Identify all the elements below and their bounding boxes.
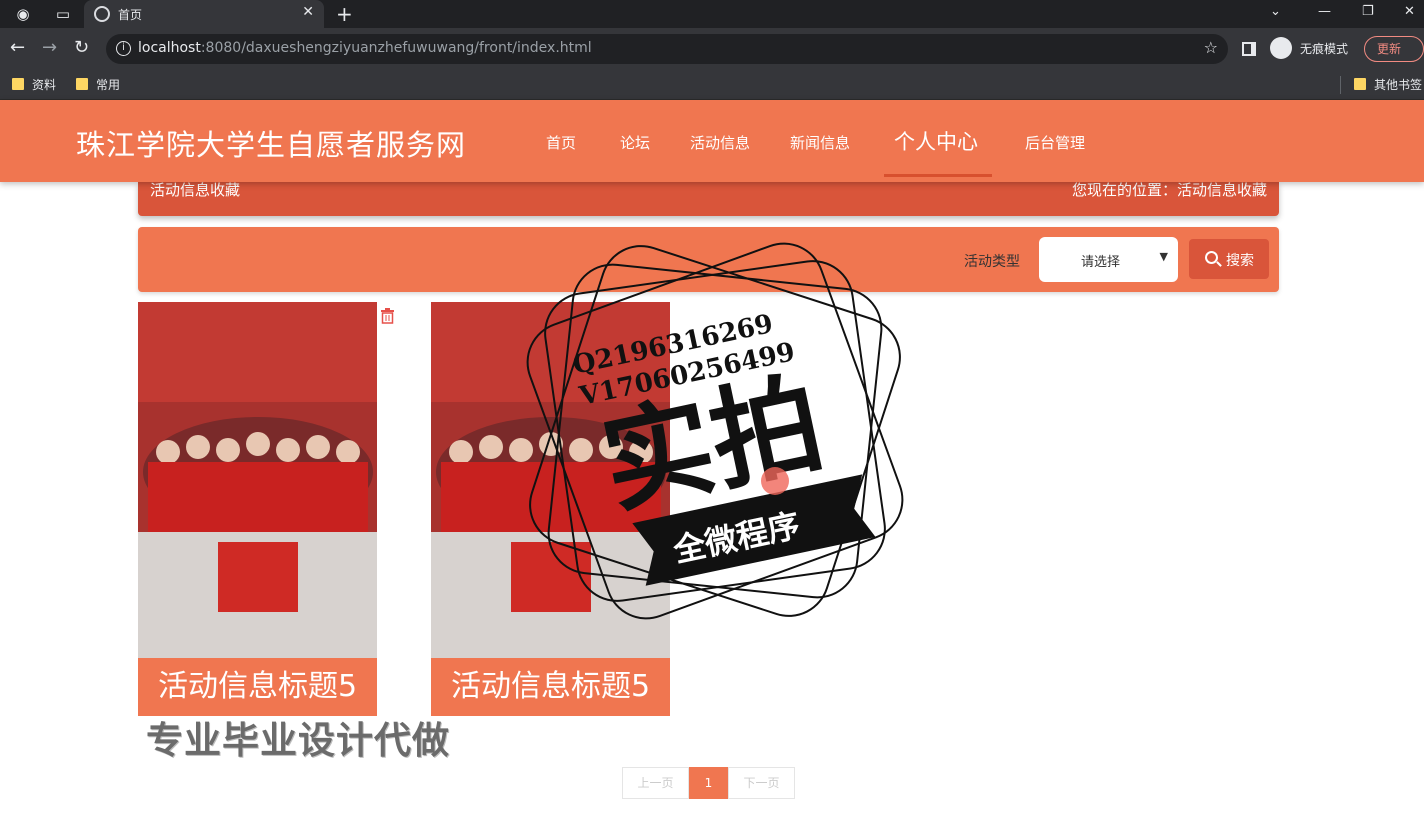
bookmark-folder-changyong[interactable]: 常用 (76, 76, 120, 93)
tab-title: 首页 (118, 8, 143, 22)
bookmark-folder-other[interactable]: 其他书签 (1354, 76, 1422, 93)
site-header: 珠江学院大学生自愿者服务网 首页 论坛 活动信息 新闻信息 个人中心 后台管理 (0, 100, 1424, 182)
star-icon[interactable]: ☆ (1204, 38, 1218, 57)
browser-tab-home[interactable]: 首页 ✕ (84, 0, 324, 28)
close-icon[interactable]: ✕ (302, 4, 314, 20)
forward-arrow-icon[interactable]: → (42, 38, 57, 58)
url-text: localhost:8080/daxueshengziyuanzhefuwuwa… (138, 40, 592, 56)
search-button-label: 搜索 (1226, 253, 1254, 269)
info-icon[interactable]: i (116, 41, 131, 56)
globe-icon[interactable]: ◉ (14, 5, 32, 23)
nav-activities[interactable]: 活动信息 (690, 132, 750, 153)
minimize-icon[interactable]: — (1318, 4, 1331, 19)
nav-home[interactable]: 首页 (546, 132, 576, 153)
chevron-down-icon: ▼ (1159, 250, 1168, 263)
update-button[interactable]: 更新 (1364, 36, 1424, 62)
incognito-label: 无痕模式 (1300, 42, 1349, 56)
current-location: 您现在的位置：活动信息收藏 (1071, 181, 1267, 199)
watermark-ad-text: 专业毕业设计代做 (146, 719, 450, 762)
activity-type-select[interactable]: 请选择 ▼ (1039, 237, 1178, 282)
active-nav-indicator (884, 174, 992, 177)
trash-icon[interactable] (380, 308, 395, 324)
close-window-icon[interactable]: ✕ (1404, 4, 1415, 19)
reload-icon[interactable]: ↻ (74, 38, 89, 58)
folder-icon (76, 78, 88, 90)
address-bar[interactable]: i localhost:8080/daxueshengziyuanzhefuwu… (106, 34, 1228, 64)
search-button[interactable]: 搜索 (1189, 239, 1269, 279)
folder-icon (12, 78, 24, 90)
side-panel-icon[interactable] (1242, 42, 1256, 56)
activity-card-title[interactable]: 活动信息标题5 (138, 658, 377, 716)
activity-photo[interactable] (431, 302, 670, 658)
activity-card[interactable]: 活动信息标题5 (138, 302, 394, 716)
page-content: 活动信息收藏 您现在的位置：活动信息收藏 活动类型 请选择 ▼ 搜索 活动信息标… (0, 182, 1424, 820)
prev-page-button[interactable]: 上一页 (622, 767, 689, 799)
section-title: 活动信息收藏 (150, 181, 241, 199)
bookmark-folder-ziliao[interactable]: 资料 (12, 76, 56, 93)
activity-card-title[interactable]: 活动信息标题5 (431, 658, 670, 716)
restore-icon[interactable]: ❐ (1362, 4, 1374, 19)
nav-personal-center[interactable]: 个人中心 (894, 126, 978, 156)
back-arrow-icon[interactable]: ← (10, 38, 25, 58)
bookmarks-bar: 资料 常用 其他书签 (0, 70, 1424, 100)
tab-search-icon[interactable]: ▭ (54, 5, 72, 23)
activity-type-label: 活动类型 (964, 254, 1020, 270)
activity-card[interactable]: 活动信息标题5 (431, 302, 670, 716)
chevron-down-icon[interactable]: ⌄ (1270, 4, 1281, 19)
browser-tab-bar: ◉ ▭ 首页 ✕ + ⌄ — ❐ ✕ (0, 0, 1424, 28)
new-tab-icon[interactable]: + (336, 2, 353, 26)
filter-bar: 活动类型 请选择 ▼ 搜索 (138, 227, 1279, 292)
folder-icon (1354, 78, 1366, 90)
nav-news[interactable]: 新闻信息 (790, 132, 850, 153)
select-value: 请选择 (1081, 255, 1121, 270)
activity-photo[interactable] (138, 302, 377, 658)
page-number-current[interactable]: 1 (689, 767, 728, 799)
breadcrumb: 活动信息收藏 您现在的位置：活动信息收藏 (138, 182, 1279, 216)
nav-admin[interactable]: 后台管理 (1025, 132, 1085, 153)
nav-forum[interactable]: 论坛 (620, 132, 650, 153)
browser-toolbar: ← → ↻ i localhost:8080/daxueshengziyuanz… (0, 28, 1424, 70)
next-page-button[interactable]: 下一页 (728, 767, 795, 799)
globe-icon (94, 6, 110, 22)
divider (1340, 76, 1341, 94)
site-title: 珠江学院大学生自愿者服务网 (76, 128, 467, 162)
incognito-icon[interactable] (1270, 37, 1292, 59)
